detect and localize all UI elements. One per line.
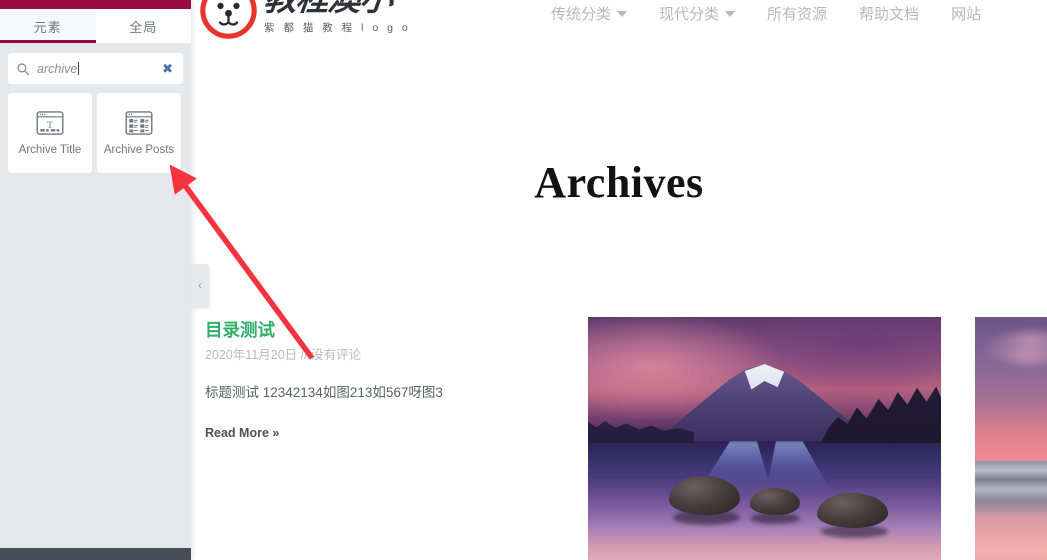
- cat-logo-icon: [200, 0, 257, 39]
- photo-scene: [975, 317, 1047, 560]
- site-header: 教程澳小 紫 都 猫 教 程 l o g o 传统分类 现代分类 所有资源 帮助…: [191, 0, 1047, 48]
- nav-item-help-docs[interactable]: 帮助文档: [859, 3, 919, 24]
- archive-title-icon: T: [36, 111, 64, 135]
- widget-archive-posts[interactable]: Archive Posts: [97, 93, 181, 173]
- clear-search-icon[interactable]: ✖: [160, 62, 175, 75]
- collapse-panel-handle[interactable]: ‹: [191, 264, 209, 308]
- archive-posts-icon: [125, 111, 153, 135]
- nav-label: 帮助文档: [859, 6, 920, 23]
- screenshot-root: 教程澳小 紫 都 猫 教 程 l o g o 传统分类 现代分类 所有资源 帮助…: [0, 0, 1047, 560]
- brand-subtitle: 紫 都 猫 教 程 l o g o: [264, 21, 411, 34]
- search-text: archive: [37, 61, 78, 76]
- nav-item-website[interactable]: 网站: [951, 3, 981, 24]
- post-meta: 2020年11月20日 // 没有评论: [205, 348, 362, 362]
- brand-text-block: 教程澳小 紫 都 猫 教 程 l o g o: [262, 0, 412, 35]
- nav-item-modern-category[interactable]: 现代分类: [659, 3, 736, 24]
- nav-item-traditional-category[interactable]: 传统分类: [551, 3, 628, 24]
- widget-label: Archive Posts: [103, 144, 175, 157]
- post-card: 目录测试 2020年11月20日 // 没有评论 标题测试 12342134如图…: [205, 320, 545, 440]
- nav-label: 现代分类: [659, 6, 720, 23]
- panel-tabs: 元素 全局: [0, 9, 191, 43]
- nav-label: 网站: [951, 6, 982, 23]
- search-input[interactable]: archive: [37, 61, 160, 76]
- site-navigation: 传统分类 现代分类 所有资源 帮助文档 网站: [551, 3, 981, 24]
- page-title: Archives: [534, 158, 704, 207]
- text-cursor: [78, 61, 80, 75]
- widget-label: Archive Title: [18, 144, 82, 157]
- widget-results-grid: T Archive Title Archive Posts: [8, 93, 183, 173]
- ocean-sunset-photo: [975, 317, 1047, 560]
- search-icon: [17, 62, 30, 75]
- elementor-widget-panel: 元素 全局 archive ✖ T Archive Title Archive …: [0, 0, 191, 560]
- panel-top-accent-bar: [0, 0, 191, 9]
- widget-archive-title[interactable]: T Archive Title: [8, 93, 92, 173]
- nav-item-all-resources[interactable]: 所有资源: [767, 3, 827, 24]
- post-title-link[interactable]: 目录测试: [205, 320, 545, 341]
- read-more-link[interactable]: Read More »: [205, 426, 545, 440]
- widget-search-row[interactable]: archive ✖: [8, 53, 183, 84]
- rock: [817, 493, 889, 528]
- rock: [750, 488, 800, 516]
- photo-scene: [588, 317, 941, 560]
- mountain-lake-sunset-photo: [588, 317, 941, 560]
- brand-title: 教程澳小: [262, 0, 412, 18]
- chevron-down-icon: [617, 10, 628, 17]
- panel-body: archive ✖ T Archive Title Archive Posts: [0, 43, 191, 548]
- chevron-down-icon: [725, 10, 736, 17]
- site-preview-frame: 教程澳小 紫 都 猫 教 程 l o g o 传统分类 现代分类 所有资源 帮助…: [191, 0, 1047, 560]
- tab-global[interactable]: 全局: [95, 9, 191, 43]
- post-excerpt: 标题测试 12342134如图213如567呀图3: [205, 385, 443, 400]
- tab-label: 全局: [129, 19, 158, 35]
- tab-label: 元素: [33, 19, 62, 35]
- panel-footer-bar: [0, 548, 191, 560]
- nav-label: 所有资源: [767, 6, 828, 23]
- rock: [669, 475, 740, 516]
- sea-layer: [975, 460, 1047, 560]
- tab-elements[interactable]: 元素: [0, 9, 96, 43]
- nav-label: 传统分类: [551, 6, 612, 23]
- site-brand[interactable]: 教程澳小 紫 都 猫 教 程 l o g o: [191, 0, 411, 39]
